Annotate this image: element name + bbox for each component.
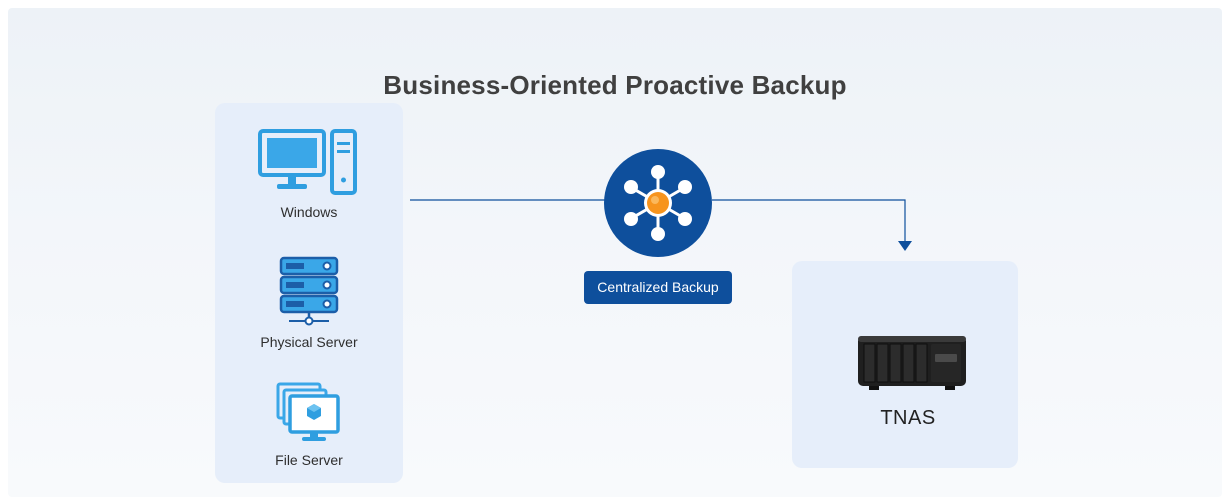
arrowhead-icon <box>898 241 912 251</box>
centralized-backup-label: Centralized Backup <box>584 271 732 304</box>
nas-device <box>855 332 969 397</box>
centralized-backup-hub <box>603 148 713 263</box>
hub-to-nas-line <box>712 199 906 243</box>
nas-device-icon <box>858 336 966 390</box>
tnas-label: TNAS <box>880 407 936 429</box>
network-hub-icon <box>604 149 712 257</box>
